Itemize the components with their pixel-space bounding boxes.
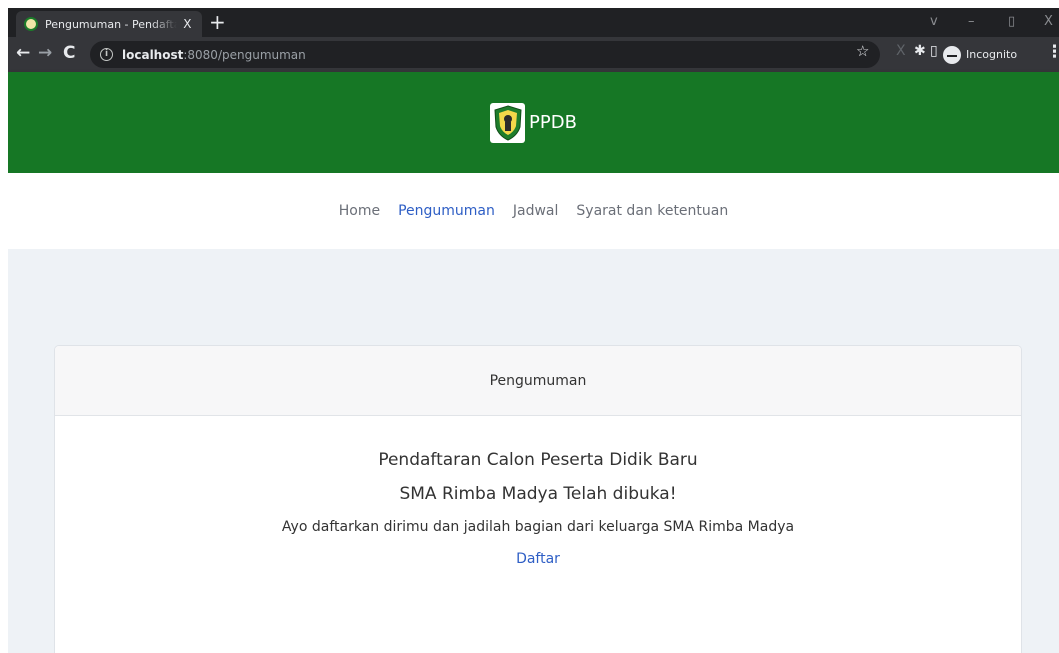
browser-toolbar: ← → C i localhost:8080/pengumuman ☆ X ✱ … [8,37,1059,72]
tab-strip: Pengumuman - Pendaftaran siswa X + v – ▯… [8,8,1059,37]
brand-header: PPDB [8,72,1059,173]
info-icon[interactable]: i [100,48,113,61]
brand[interactable]: PPDB [490,102,577,143]
nav-jadwal[interactable]: Jadwal [513,203,559,219]
main-nav: Home Pengumuman Jadwal Syarat dan ketent… [8,173,1059,249]
side-panel-icon[interactable]: ▯ [930,43,938,59]
nav-home[interactable]: Home [339,203,380,219]
nav-syarat[interactable]: Syarat dan ketentuan [576,203,728,219]
url-text: localhost:8080/pengumuman [122,48,306,62]
daftar-link[interactable]: Daftar [516,551,560,567]
school-logo [490,102,526,143]
announcement-text: Ayo daftarkan dirimu dan jadilah bagian … [281,519,795,535]
card-header: Pengumuman [55,346,1021,416]
school-emblem-icon [24,17,38,31]
url-path: :8080/pengumuman [183,47,306,62]
minimize-icon[interactable]: – [968,14,975,29]
brand-name: PPDB [529,112,577,133]
page-content: PPDB Home Pengumuman Jadwal Syarat dan k… [8,72,1059,653]
back-icon[interactable]: ← [16,43,30,63]
card-body: Pendaftaran Calon Peserta Didik Baru SMA… [55,450,1021,567]
tab-title: Pengumuman - Pendaftaran siswa [45,17,177,31]
announcement-title: Pendaftaran Calon Peserta Didik Baru [378,450,698,470]
school-emblem-icon [494,104,522,141]
browser-tab[interactable]: Pengumuman - Pendaftaran siswa X [16,11,202,37]
restore-icon[interactable]: ▯ [1008,14,1015,29]
announcement-subtitle: SMA Rimba Madya Telah dibuka! [399,484,677,504]
new-tab-button[interactable]: + [209,11,226,33]
announcement-card: Pengumuman Pendaftaran Calon Peserta Did… [54,345,1022,653]
tab-search-icon[interactable]: v [930,14,938,29]
browser-menu-icon[interactable]: ⋮ [1046,42,1059,62]
nav-pengumuman[interactable]: Pengumuman [398,203,495,219]
address-bar[interactable]: i localhost:8080/pengumuman [90,41,880,68]
browser-window: Pengumuman - Pendaftaran siswa X + v – ▯… [8,8,1059,653]
bookmark-star-icon[interactable]: ☆ [856,42,869,60]
close-tab-icon[interactable]: X [181,17,194,31]
forward-icon[interactable]: → [38,43,52,63]
incognito-icon [943,45,961,64]
extensions-puzzle-icon[interactable]: ✱ [914,43,926,59]
reload-icon[interactable]: C [63,43,75,63]
url-host: localhost [122,47,184,62]
incognito-label: Incognito [966,48,1018,61]
extension-x-icon[interactable]: X [896,43,906,59]
window-close-icon[interactable]: X [1044,14,1053,29]
incognito-badge[interactable]: Incognito [943,42,1017,67]
